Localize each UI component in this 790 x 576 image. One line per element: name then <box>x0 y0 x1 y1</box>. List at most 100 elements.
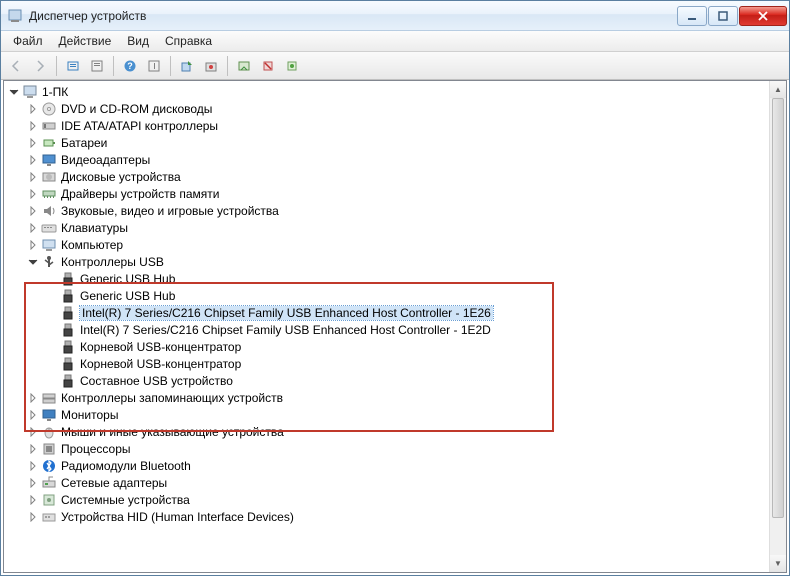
expand-icon[interactable] <box>27 171 39 183</box>
collapse-icon[interactable] <box>27 256 39 268</box>
menu-file[interactable]: Файл <box>5 31 51 51</box>
expand-icon[interactable] <box>27 511 39 523</box>
tree-category[interactable]: Контроллеры запоминающих устройств <box>4 389 769 406</box>
tree-usb-child[interactable]: Составное USB устройство <box>4 372 769 389</box>
tree-item-label: Компьютер <box>61 238 123 252</box>
expand-icon[interactable] <box>27 188 39 200</box>
usb-plug-icon <box>60 288 76 304</box>
expand-icon[interactable] <box>27 205 39 217</box>
mouse-icon <box>41 424 57 440</box>
tree-category[interactable]: Компьютер <box>4 236 769 253</box>
usb-plug-icon <box>60 339 76 355</box>
tree-item-label: 1-ПК <box>42 85 68 99</box>
collapse-icon[interactable] <box>8 86 20 98</box>
hdd-icon <box>41 169 57 185</box>
bluetooth-icon <box>41 458 57 474</box>
expand-icon[interactable] <box>27 239 39 251</box>
expand-icon[interactable] <box>27 137 39 149</box>
tree-item-label: Корневой USB-концентратор <box>80 340 241 354</box>
help-button[interactable]: ? <box>119 55 141 77</box>
usb-plug-icon <box>60 356 76 372</box>
expand-icon[interactable] <box>27 477 39 489</box>
content-area: 1-ПК DVD и CD-ROM дисководыIDE ATA/ATAPI … <box>3 80 787 573</box>
maximize-button[interactable] <box>708 6 738 26</box>
toolbar-separator <box>56 56 57 76</box>
action-button[interactable] <box>143 55 165 77</box>
expand-icon[interactable] <box>27 120 39 132</box>
storage-icon <box>41 390 57 406</box>
expand-icon[interactable] <box>27 443 39 455</box>
tree-usb-child[interactable]: Generic USB Hub <box>4 270 769 287</box>
tree-category-usb[interactable]: Контроллеры USB <box>4 253 769 270</box>
scroll-down-button[interactable]: ▼ <box>770 555 786 572</box>
tree-usb-child[interactable]: Intel(R) 7 Series/C216 Chipset Family US… <box>4 304 769 321</box>
tree-category[interactable]: Видеоадаптеры <box>4 151 769 168</box>
close-button[interactable] <box>739 6 787 26</box>
tree-category[interactable]: Сетевые адаптеры <box>4 474 769 491</box>
menu-help[interactable]: Справка <box>157 31 220 51</box>
tree-category[interactable]: Радиомодули Bluetooth <box>4 457 769 474</box>
expand-icon[interactable] <box>27 460 39 472</box>
scroll-up-button[interactable]: ▲ <box>770 81 786 98</box>
hid-icon <box>41 509 57 525</box>
tree-item-label: Сетевые адаптеры <box>61 476 167 490</box>
expand-icon[interactable] <box>27 103 39 115</box>
expand-icon[interactable] <box>27 154 39 166</box>
tree-item-label: Драйверы устройств памяти <box>61 187 219 201</box>
device-tree[interactable]: 1-ПК DVD и CD-ROM дисководыIDE ATA/ATAPI … <box>4 81 769 572</box>
vertical-scrollbar[interactable]: ▲ ▼ <box>769 81 786 572</box>
computer-root-icon <box>22 84 38 100</box>
back-button[interactable] <box>5 55 27 77</box>
minimize-button[interactable] <box>677 6 707 26</box>
tree-item-label: DVD и CD-ROM дисководы <box>61 102 212 116</box>
tree-category[interactable]: Звуковые, видео и игровые устройства <box>4 202 769 219</box>
computer-icon <box>41 237 57 253</box>
uninstall-button[interactable] <box>200 55 222 77</box>
expand-icon[interactable] <box>27 494 39 506</box>
expand-icon[interactable] <box>27 222 39 234</box>
tree-usb-child[interactable]: Корневой USB-концентратор <box>4 355 769 372</box>
keyboard-icon <box>41 220 57 236</box>
tree-usb-child[interactable]: Intel(R) 7 Series/C216 Chipset Family US… <box>4 321 769 338</box>
tree-item-label: Системные устройства <box>61 493 190 507</box>
show-hidden-button[interactable] <box>62 55 84 77</box>
expand-icon[interactable] <box>27 426 39 438</box>
tree-item-label: Контроллеры запоминающих устройств <box>61 391 283 405</box>
enable-button[interactable] <box>281 55 303 77</box>
tree-root[interactable]: 1-ПК <box>4 83 769 100</box>
forward-button[interactable] <box>29 55 51 77</box>
toolbar: ? <box>1 52 789 80</box>
window-title: Диспетчер устройств <box>29 9 677 23</box>
tree-category[interactable]: Батареи <box>4 134 769 151</box>
tree-usb-child[interactable]: Корневой USB-концентратор <box>4 338 769 355</box>
scroll-thumb[interactable] <box>772 98 784 518</box>
menubar: Файл Действие Вид Справка <box>1 31 789 52</box>
properties-button[interactable] <box>86 55 108 77</box>
tree-category[interactable]: Мониторы <box>4 406 769 423</box>
tree-item-label: Generic USB Hub <box>80 272 175 286</box>
tree-category[interactable]: IDE ATA/ATAPI контроллеры <box>4 117 769 134</box>
update-driver-button[interactable] <box>176 55 198 77</box>
tree-item-label: Составное USB устройство <box>80 374 233 388</box>
tree-category[interactable]: Драйверы устройств памяти <box>4 185 769 202</box>
menu-action[interactable]: Действие <box>51 31 120 51</box>
tree-category[interactable]: Процессоры <box>4 440 769 457</box>
tree-category[interactable]: DVD и CD-ROM дисководы <box>4 100 769 117</box>
tree-usb-child[interactable]: Generic USB Hub <box>4 287 769 304</box>
scan-hardware-button[interactable] <box>233 55 255 77</box>
titlebar: Диспетчер устройств <box>1 1 789 31</box>
tree-item-label: Звуковые, видео и игровые устройства <box>61 204 279 218</box>
tree-category[interactable]: Устройства HID (Human Interface Devices) <box>4 508 769 525</box>
tree-category[interactable]: Клавиатуры <box>4 219 769 236</box>
expand-icon[interactable] <box>27 392 39 404</box>
tree-category[interactable]: Мыши и иные указывающие устройства <box>4 423 769 440</box>
network-icon <box>41 475 57 491</box>
disable-button[interactable] <box>257 55 279 77</box>
toolbar-separator <box>227 56 228 76</box>
menu-view[interactable]: Вид <box>119 31 157 51</box>
expand-icon[interactable] <box>27 409 39 421</box>
tree-category[interactable]: Дисковые устройства <box>4 168 769 185</box>
tree-category[interactable]: Системные устройства <box>4 491 769 508</box>
toolbar-separator <box>113 56 114 76</box>
tree-item-label: Батареи <box>61 136 107 150</box>
